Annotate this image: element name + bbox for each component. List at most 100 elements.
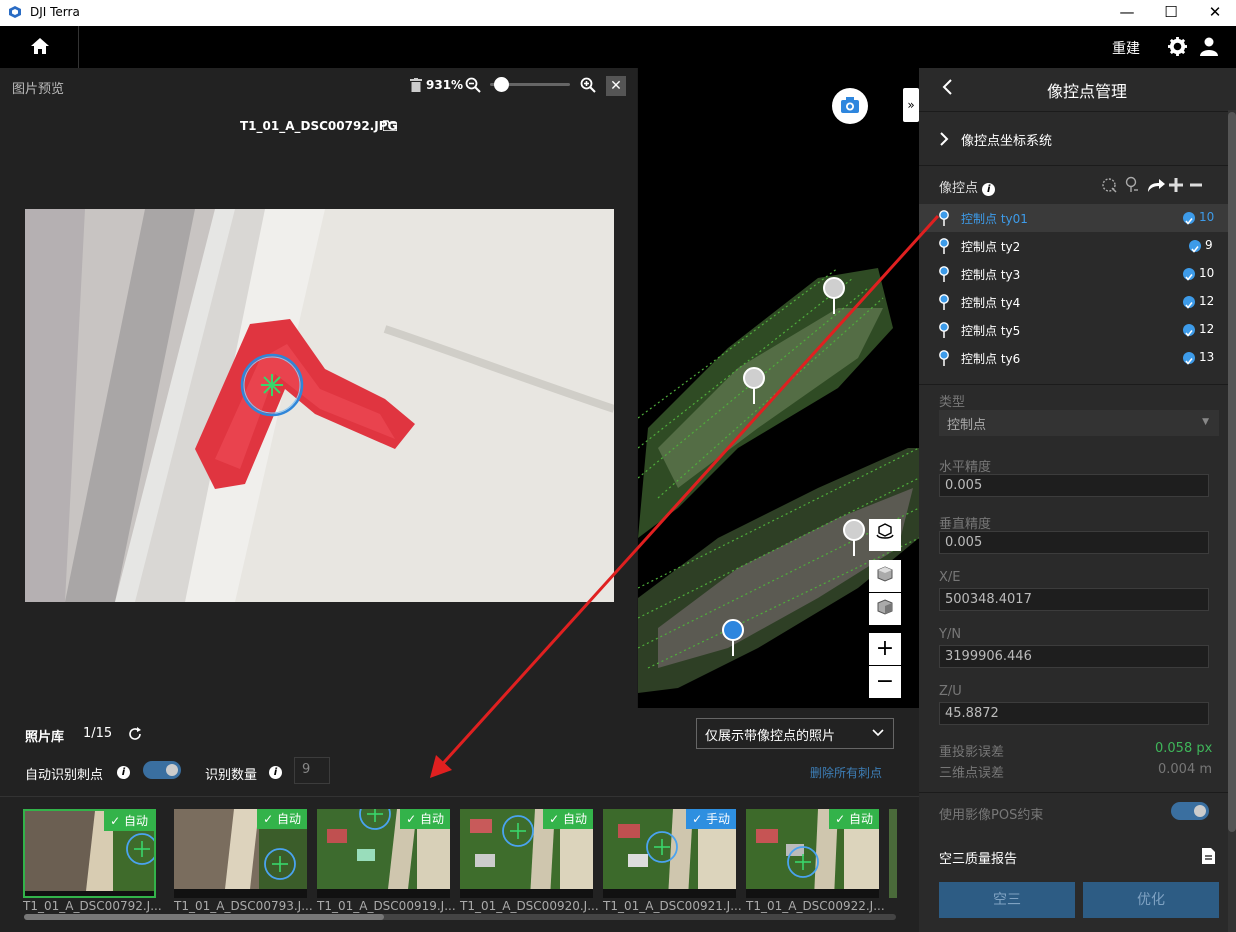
delete-all-points-link[interactable]: 删除所有刺点 [810, 764, 882, 781]
optimize-button[interactable]: 优化 [1083, 882, 1219, 918]
pin-icon [939, 210, 949, 226]
zoom-in-icon[interactable] [580, 77, 596, 93]
point-cloud-view[interactable]: » + − [638, 68, 919, 708]
info-icon[interactable]: i [982, 183, 996, 196]
panel-title: 像控点管理 [1047, 82, 1128, 101]
gear-icon[interactable] [1168, 37, 1187, 56]
folder-icon[interactable] [383, 120, 397, 131]
screenshot-button[interactable] [832, 88, 868, 124]
home-button[interactable] [0, 26, 79, 68]
gcp-list-item[interactable]: 控制点 ty5 12 [919, 316, 1229, 344]
share-icon[interactable] [1148, 179, 1165, 192]
divider [919, 384, 1229, 385]
report-document-icon[interactable] [1202, 848, 1215, 864]
zoom-slider-knob[interactable] [494, 77, 509, 92]
photo-thumbnail[interactable]: ✓ 自动 [23, 809, 156, 898]
y-input[interactable]: 3199906.446 [939, 645, 1209, 668]
gcp-list-item[interactable]: 控制点 ty01 10 [919, 204, 1229, 232]
zoom-out-icon[interactable] [465, 77, 481, 93]
photo-thumbnail[interactable]: ✓ 自动 [746, 809, 879, 898]
gcp-list-item[interactable]: 控制点 ty6 13 [919, 344, 1229, 372]
pos-constraint-toggle[interactable] [1171, 802, 1209, 820]
camera-icon [841, 97, 859, 113]
pin-icon [939, 350, 949, 366]
trash-icon[interactable] [410, 78, 422, 92]
back-icon[interactable] [941, 78, 953, 96]
close-preview-button[interactable]: ✕ [606, 76, 626, 96]
zoomed-photo[interactable] [25, 209, 614, 602]
point3d-error-label: 三维点误差 [939, 766, 1005, 781]
auto-detect-toggle[interactable] [143, 761, 181, 779]
photo-thumbnail[interactable]: ✓ 自动 [174, 809, 307, 898]
add-icon[interactable] [1169, 178, 1183, 192]
pick-mode-text: 自动 [123, 814, 148, 828]
photo-thumbnail[interactable]: ✓ 自动 [460, 809, 593, 898]
gcp-name: 控制点 ty6 [961, 352, 1021, 366]
rebuild-button[interactable]: 重建 [1112, 38, 1140, 58]
map-zoom-in-button[interactable]: + [869, 633, 901, 665]
photo-filter-dropdown[interactable]: 仅展示带像控点的照片 [696, 718, 894, 749]
pick-mode-badge: ✓ 自动 [400, 809, 450, 829]
user-icon[interactable] [1200, 37, 1218, 56]
report-label: 空三质量报告 [939, 852, 1018, 867]
toggle-knob [1194, 805, 1206, 817]
divider [919, 165, 1229, 166]
photo-thumbnail[interactable]: ✓ 自动 [317, 809, 450, 898]
pick-mode-text: 自动 [276, 812, 301, 826]
x-label: X/E [939, 570, 961, 585]
gcp-list-item[interactable]: 控制点 ty4 12 [919, 288, 1229, 316]
coord-system-toggle[interactable]: 像控点坐标系统 [961, 130, 1052, 149]
gcp-section-label: 像控点 [939, 181, 979, 196]
pick-mode-badge: ✓ 手动 [686, 809, 736, 829]
divider [0, 796, 919, 797]
view-side-button[interactable] [869, 593, 901, 625]
photo-filename: T1_01_A_DSC00921.J... [603, 899, 742, 913]
zoom-slider[interactable] [490, 77, 570, 92]
horizontal-accuracy-input[interactable]: 0.005 [939, 474, 1209, 497]
close-window-button[interactable]: ✕ [1192, 0, 1236, 26]
photo-filename: T1_01_A_DSC00793.J... [174, 899, 313, 913]
vertical-accuracy-input[interactable]: 0.005 [939, 531, 1209, 554]
detect-count-input[interactable]: 9 [294, 757, 330, 784]
pick-mode-badge: ✓ 自动 [829, 809, 879, 829]
gcp-section-title: 像控点 i [939, 177, 996, 196]
thumbnail-scrollbar-thumb[interactable] [24, 914, 384, 920]
chevron-right-icon[interactable] [939, 131, 949, 147]
gcp-name: 控制点 ty2 [961, 240, 1021, 254]
z-input[interactable]: 45.8872 [939, 702, 1209, 725]
type-select[interactable]: 控制点 ▼ [939, 410, 1219, 436]
x-input[interactable]: 500348.4017 [939, 588, 1209, 611]
chevron-down-icon [872, 729, 884, 737]
view-rotate-button[interactable] [869, 519, 901, 551]
gcp-list-item[interactable]: 控制点 ty2 9 [919, 232, 1229, 260]
panel-scrollbar[interactable] [1228, 110, 1236, 932]
panel-scrollbar-thumb[interactable] [1228, 112, 1236, 832]
photo-thumbnail[interactable]: ✓ 手动 [603, 809, 736, 898]
caret-down-icon: ▼ [1202, 417, 1209, 427]
pick-mode-text: 自动 [848, 812, 873, 826]
photo-thumbnail-partial[interactable] [889, 809, 897, 898]
preview-title: 图片预览 [12, 82, 65, 97]
map-zoom-out-button[interactable]: − [869, 666, 901, 698]
gcp-photo-count: 10 [1199, 266, 1215, 280]
auto-pick-icon[interactable] [1102, 178, 1117, 193]
reproj-error-value: 0.058 px [1155, 741, 1213, 756]
check-icon [1189, 240, 1201, 253]
toggle-knob [166, 764, 178, 776]
expand-panel-button[interactable]: » [903, 88, 919, 122]
refresh-icon[interactable] [128, 727, 142, 741]
minimize-button[interactable]: — [1104, 0, 1150, 26]
maximize-button[interactable]: ☐ [1148, 0, 1194, 26]
info-icon[interactable]: i [269, 766, 282, 779]
thumbnail-scrollbar[interactable] [24, 914, 896, 920]
title-bar: DJI Terra — ☐ ✕ [0, 0, 1236, 26]
auto-detect-label: 自动识别刺点 [25, 768, 104, 783]
gcp-list-item[interactable]: 控制点 ty3 10 [919, 260, 1229, 288]
pin-pick-icon[interactable] [1125, 176, 1139, 193]
aerotriangulation-button[interactable]: 空三 [939, 882, 1075, 918]
cube-icon [877, 566, 893, 582]
divider [919, 824, 1229, 834]
info-icon[interactable]: i [117, 766, 130, 779]
view-top-button[interactable] [869, 560, 901, 592]
y-label: Y/N [939, 627, 962, 642]
